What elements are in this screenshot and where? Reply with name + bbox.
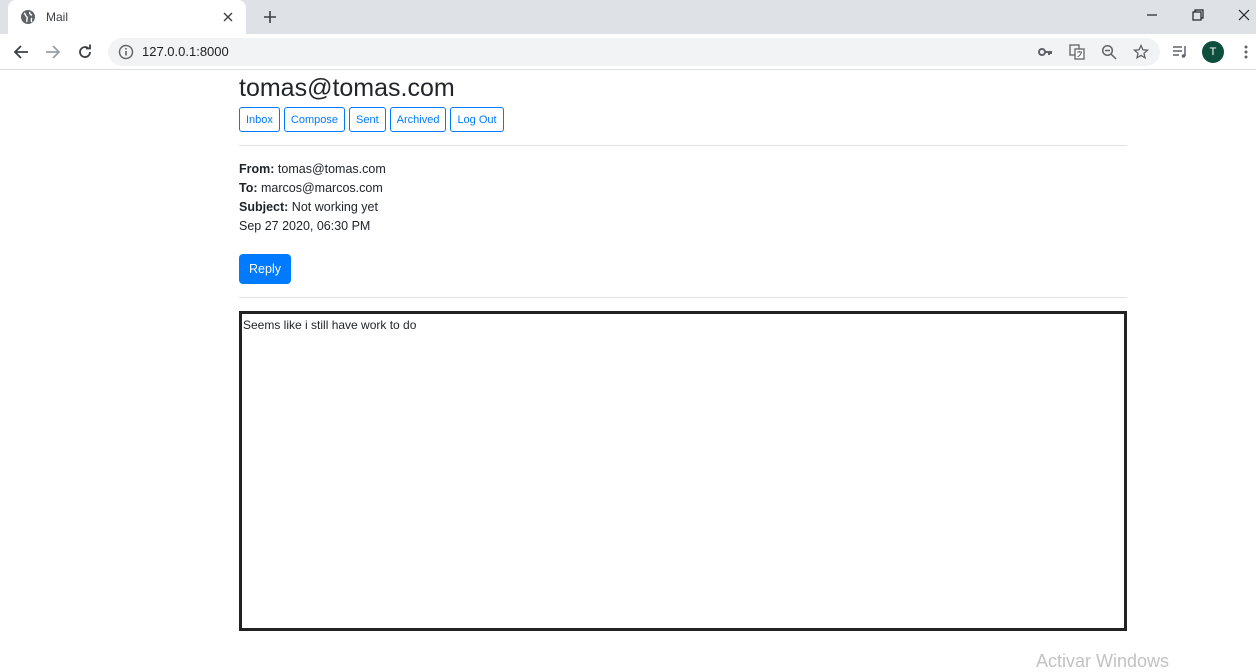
to-line: To: marcos@marcos.com — [239, 179, 386, 198]
user-email-heading: tomas@tomas.com — [239, 74, 455, 102]
address-bar[interactable]: 127.0.0.1:8000 — [108, 38, 1160, 66]
timestamp: Sep 27 2020, 06:30 PM — [239, 219, 371, 233]
subject-line: Subject: Not working yet — [239, 198, 386, 217]
globe-icon — [20, 9, 36, 25]
to-label: To: — [239, 181, 258, 195]
profile-avatar[interactable]: T — [1202, 41, 1224, 63]
divider — [239, 145, 1127, 146]
media-queue-icon[interactable] — [1170, 42, 1190, 62]
tab-title: Mail — [46, 10, 69, 24]
zoom-icon[interactable] — [1100, 43, 1118, 61]
translate-icon[interactable] — [1068, 43, 1086, 61]
email-meta: From: tomas@tomas.com To: marcos@marcos.… — [239, 160, 386, 236]
tab-mail[interactable]: Mail — [8, 0, 246, 34]
restore-icon[interactable] — [1175, 0, 1221, 30]
inbox-button[interactable]: Inbox — [239, 107, 280, 132]
key-icon[interactable] — [1036, 43, 1054, 61]
reload-icon[interactable] — [72, 39, 98, 65]
from-label: From: — [239, 162, 275, 176]
subject-label: Subject: — [239, 200, 289, 214]
more-menu-icon[interactable] — [1236, 42, 1256, 62]
email-body-text: Seems like i still have work to do — [243, 318, 417, 332]
from-line: From: tomas@tomas.com — [239, 160, 386, 179]
new-tab-icon[interactable] — [258, 6, 282, 28]
url-text: 127.0.0.1:8000 — [142, 44, 229, 59]
close-window-icon[interactable] — [1221, 0, 1256, 30]
sent-button[interactable]: Sent — [349, 107, 386, 132]
to-value: marcos@marcos.com — [261, 181, 383, 195]
archived-button[interactable]: Archived — [389, 107, 447, 132]
mailbox-nav: Inbox Compose Sent Archived Log Out — [239, 107, 504, 132]
email-body: Seems like i still have work to do — [239, 311, 1127, 631]
from-value: tomas@tomas.com — [277, 162, 386, 176]
back-icon[interactable] — [8, 39, 34, 65]
close-tab-icon[interactable] — [218, 7, 238, 27]
forward-icon[interactable] — [40, 39, 66, 65]
tab-strip: Mail — [0, 0, 1256, 34]
site-info-icon[interactable] — [118, 44, 134, 60]
windows-activation-watermark: Activar Windows — [1036, 651, 1170, 671]
minimize-icon[interactable] — [1129, 0, 1175, 30]
compose-button[interactable]: Compose — [283, 107, 345, 132]
logout-button[interactable]: Log Out — [450, 107, 504, 132]
bookmark-star-icon[interactable] — [1132, 43, 1150, 61]
subject-value: Not working yet — [291, 200, 378, 214]
divider — [239, 297, 1127, 298]
browser-toolbar: 127.0.0.1:8000 T — [0, 34, 1256, 70]
reply-button[interactable]: Reply — [239, 254, 291, 284]
